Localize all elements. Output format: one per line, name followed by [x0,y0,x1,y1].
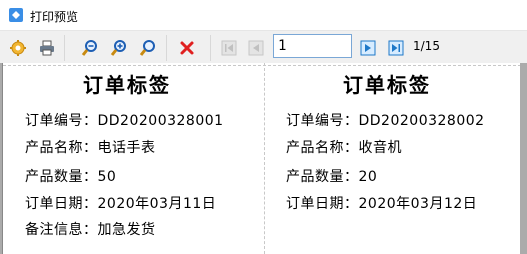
label-row-order-date: 订单日期：2020年03月12日 [286,196,478,212]
toolbar-separator [210,35,211,61]
close-icon[interactable] [177,38,197,58]
label-row-order-date: 订单日期：2020年03月11日 [25,196,217,212]
print-icon[interactable] [37,38,57,58]
first-page-icon[interactable] [219,38,239,58]
label-row-quantity: 产品数量：50 [25,169,117,185]
toolbar-separator [166,35,167,61]
page-count: 1/15 [413,39,440,53]
page-number-input[interactable]: 1 [273,34,352,58]
settings-icon[interactable] [8,38,28,58]
label-row-order-number: 订单编号：DD20200328002 [286,113,485,129]
preview-scroll-edge [520,63,527,254]
zoom-out-icon[interactable] [80,38,100,58]
toolbar-separator [64,35,65,61]
title-bar: 打印预览 [0,0,527,30]
label-row-order-number: 订单编号：DD20200328001 [25,113,224,129]
label-row-product-name: 产品名称：收音机 [286,140,402,156]
zoom-fit-icon[interactable] [138,38,158,58]
toolbar [0,30,527,63]
next-page-icon[interactable] [358,38,378,58]
label-divider [264,63,265,254]
prev-page-icon[interactable] [246,38,266,58]
preview-area[interactable]: 订单标签 订单编号：DD20200328001 产品名称：电话手表 产品数量：5… [0,63,527,254]
label-title: 订单标签 [343,73,431,97]
label-row-remarks: 备注信息：加急发货 [25,222,156,238]
app-icon [9,8,23,22]
label-title: 订单标签 [83,73,171,97]
page-cut-line [3,65,521,66]
preview-page: 订单标签 订单编号：DD20200328001 产品名称：电话手表 产品数量：5… [2,63,521,254]
window-title: 打印预览 [30,10,79,24]
last-page-icon[interactable] [386,38,406,58]
label-row-product-name: 产品名称：电话手表 [25,140,156,156]
label-row-quantity: 产品数量：20 [286,169,378,185]
zoom-in-icon[interactable] [109,38,129,58]
